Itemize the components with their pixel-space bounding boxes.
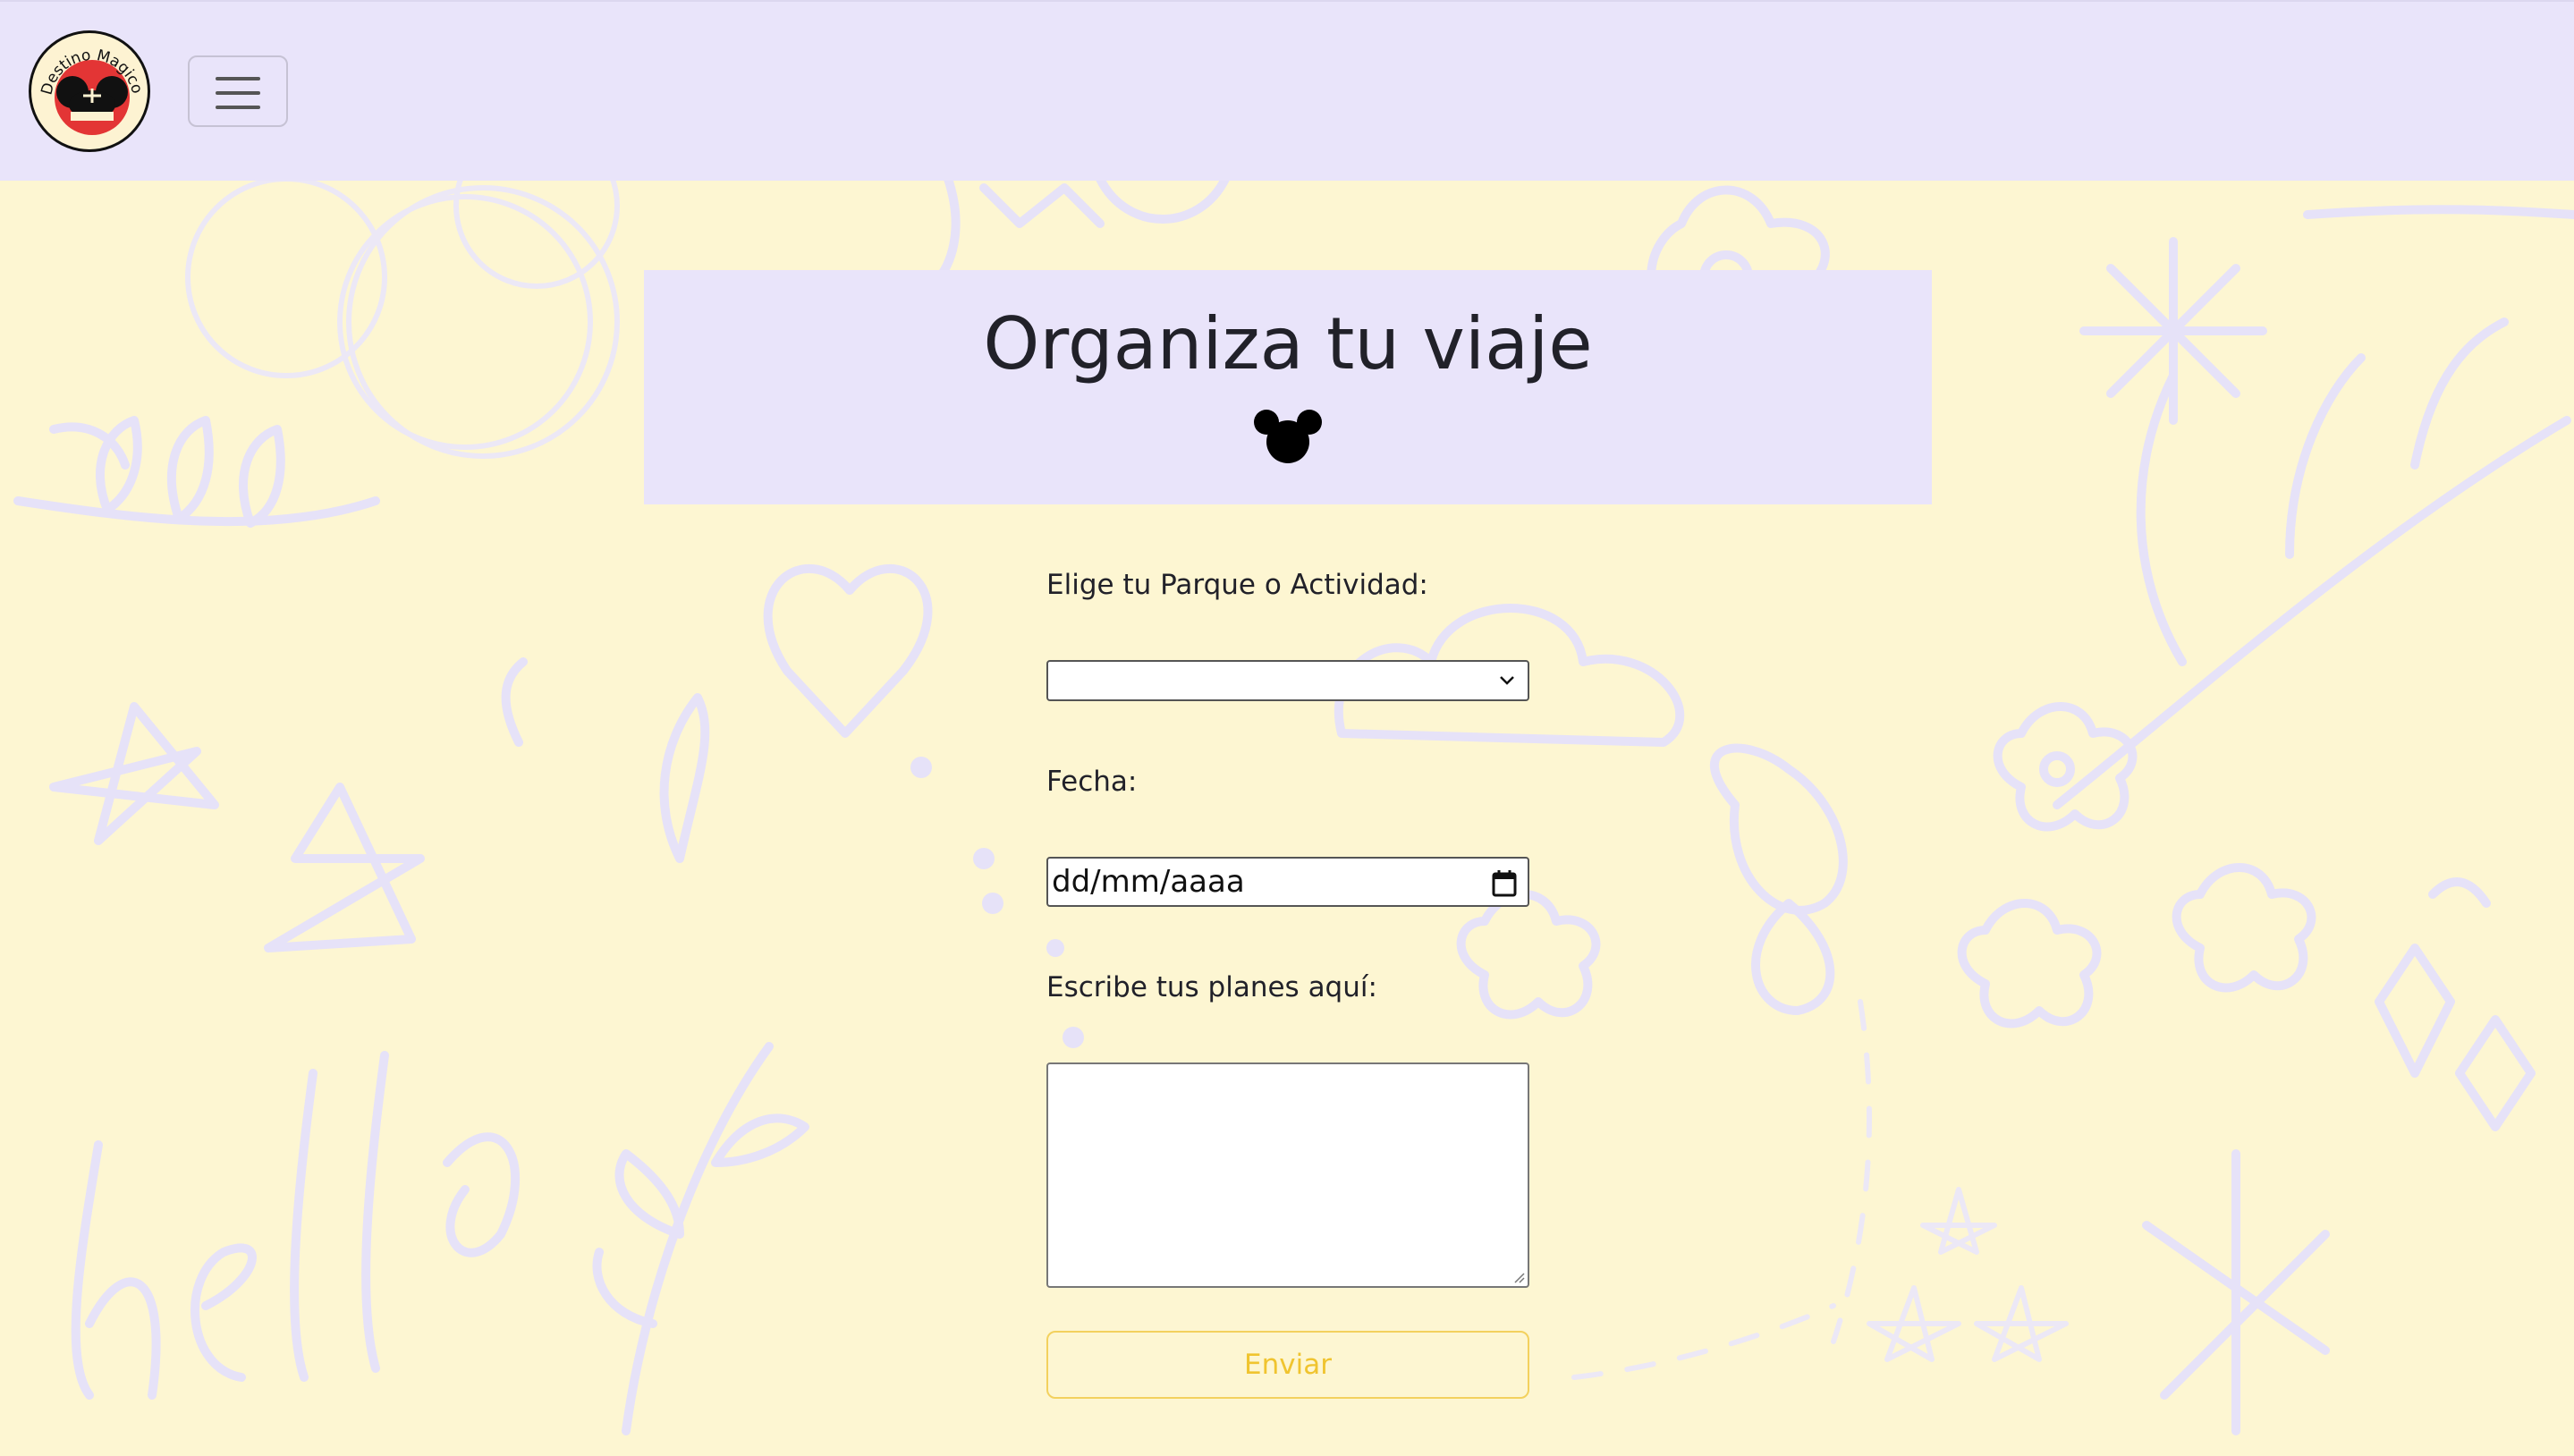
park-select[interactable] <box>1046 660 1529 701</box>
submit-button[interactable]: Enviar <box>1046 1331 1529 1399</box>
calendar-icon[interactable] <box>1492 870 1517 897</box>
chevron-down-icon <box>1500 676 1514 685</box>
hamburger-menu-button[interactable] <box>188 55 288 127</box>
plans-label: Escribe tus planes aquí: <box>1046 971 1377 1003</box>
resize-grip-icon[interactable] <box>1511 1270 1526 1284</box>
page-title: Organiza tu viaje <box>983 302 1593 385</box>
date-placeholder: dd/mm/aaaa <box>1052 864 1245 900</box>
plans-textarea[interactable] <box>1046 1062 1529 1288</box>
mickey-icon <box>1254 410 1322 463</box>
date-input[interactable]: dd/mm/aaaa <box>1046 857 1529 907</box>
navbar: Destino Magico <box>0 0 2574 181</box>
page-header-card: Organiza tu viaje <box>644 270 1932 504</box>
date-label: Fecha: <box>1046 766 1138 798</box>
park-label: Elige tu Parque o Actividad: <box>1046 569 1428 601</box>
logo-icon[interactable]: Destino Magico <box>29 30 150 152</box>
